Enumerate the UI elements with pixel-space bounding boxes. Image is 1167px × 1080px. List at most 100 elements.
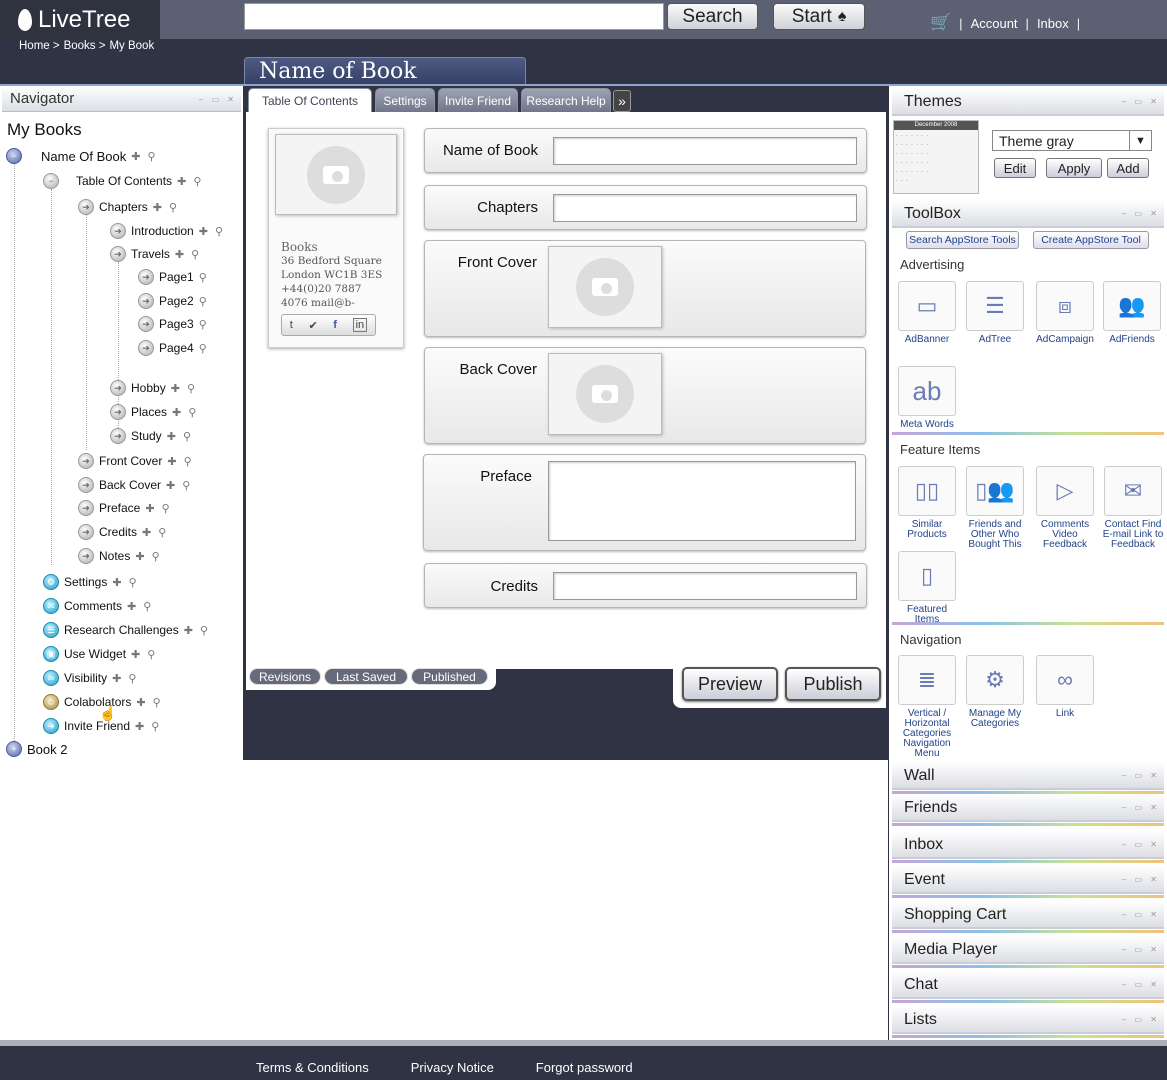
calendar-widget[interactable]: December 2008 · · · · · · · · · · · · · ·…: [893, 120, 979, 194]
tree-node-toc[interactable]: − Table Of Contents ✚ ⚲: [43, 173, 203, 189]
window-controls-icon[interactable]: – ▭ ✕: [1122, 936, 1160, 964]
facebook-icon[interactable]: f: [333, 319, 337, 331]
more-tabs-icon[interactable]: »: [613, 90, 631, 112]
tree-node-study[interactable]: ➔ Study ✚ ⚲: [110, 428, 193, 444]
tree-node-book2[interactable]: + Book 2: [6, 741, 67, 757]
arrow-icon[interactable]: ➔: [110, 223, 126, 239]
arrow-icon[interactable]: ➔: [78, 500, 94, 516]
add-edit-icons[interactable]: ✚ ⚲: [127, 600, 153, 613]
tool-meta-words[interactable]: ab Meta Words: [896, 366, 958, 430]
logo[interactable]: LiveTree: [0, 0, 160, 39]
window-controls-icon[interactable]: – ▭ ✕: [1122, 901, 1160, 929]
window-controls-icon[interactable]: – ▭ ✕: [1122, 831, 1160, 859]
tree-node-chapters[interactable]: ➔ Chapters ✚ ⚲: [78, 199, 179, 215]
back-cover-image[interactable]: [548, 353, 662, 435]
eye-icon[interactable]: ∞: [43, 670, 59, 686]
tree-node-introduction[interactable]: ➔ Introduction ✚ ⚲: [110, 223, 225, 239]
tab-settings[interactable]: Settings: [375, 88, 435, 112]
add-edit-icons[interactable]: ✚ ⚲: [175, 248, 201, 261]
tab-table-of-contents[interactable]: Table Of Contents: [248, 88, 372, 113]
tree-node-preface[interactable]: ➔ Preface ✚ ⚲: [78, 500, 172, 516]
widget-chat[interactable]: Chat – ▭ ✕: [892, 971, 1164, 999]
window-controls-icon[interactable]: – ▭ ✕: [1122, 794, 1160, 822]
tree-node-use-widget[interactable]: ▣ Use Widget ✚ ⚲: [43, 646, 157, 662]
tool-link[interactable]: ∞ Link: [1034, 655, 1096, 719]
tool-adtree[interactable]: ☰ AdTree: [964, 281, 1026, 345]
name-of-book-input[interactable]: [553, 137, 857, 165]
settings-icon[interactable]: ⚙: [43, 574, 59, 590]
add-edit-icons[interactable]: ✚ ⚲: [112, 576, 138, 589]
twitter-icon[interactable]: t: [290, 319, 293, 331]
revisions-tab[interactable]: Revisions: [249, 668, 321, 685]
add-edit-icons[interactable]: ✚ ⚲: [131, 648, 157, 661]
widget-lists[interactable]: Lists – ▭ ✕: [892, 1006, 1164, 1034]
tool-friends-bought[interactable]: ▯👥 Friends and Other Who Bought This: [964, 466, 1026, 550]
window-controls-icon[interactable]: – ▭ ✕: [1122, 1006, 1160, 1034]
arrow-icon[interactable]: ➔: [138, 316, 154, 332]
add-edit-icons[interactable]: ✚ ⚲: [112, 672, 138, 685]
search-appstore-tools-button[interactable]: Search AppStore Tools: [906, 231, 1019, 249]
tool-contact-email[interactable]: ✉ Contact Find E-mail Link to Feedback: [1101, 466, 1165, 550]
people-icon[interactable]: ☺: [43, 694, 59, 710]
breadcrumb-books[interactable]: Books >: [64, 40, 106, 52]
inbox-link[interactable]: Inbox: [1037, 16, 1069, 31]
preface-textarea[interactable]: [548, 461, 856, 541]
tab-research-help[interactable]: Research Help: [521, 88, 611, 112]
privacy-link[interactable]: Privacy Notice: [411, 1060, 494, 1075]
widget-shopping-cart[interactable]: Shopping Cart – ▭ ✕: [892, 901, 1164, 929]
window-controls-icon[interactable]: – ▭ ✕: [1122, 88, 1160, 116]
widget-inbox[interactable]: Inbox – ▭ ✕: [892, 831, 1164, 859]
tool-adfriends[interactable]: 👥 AdFriends: [1101, 281, 1163, 345]
add-edit-icons[interactable]: ✚ ⚲: [145, 502, 171, 515]
cart-icon[interactable]: 🛒: [930, 13, 951, 33]
tree-node-travels[interactable]: ➔ Travels ✚ ⚲: [110, 246, 201, 262]
tool-featured-items[interactable]: ▯ Featured Items: [896, 551, 958, 625]
tree-node-page2[interactable]: ➔ Page2 ⚲: [138, 293, 209, 309]
add-edit-icons[interactable]: ✚ ⚲: [184, 624, 210, 637]
theme-apply-button[interactable]: Apply: [1046, 158, 1102, 178]
linkedin-icon[interactable]: in: [352, 318, 368, 332]
arrow-icon[interactable]: ➔: [78, 524, 94, 540]
edit-icon[interactable]: ⚲: [199, 295, 209, 308]
tree-node-research[interactable]: ☰ Research Challenges ✚ ⚲: [43, 622, 210, 638]
add-edit-icons[interactable]: ✚ ⚲: [135, 720, 161, 733]
theme-add-button[interactable]: Add: [1107, 158, 1149, 178]
arrow-icon[interactable]: ➔: [110, 246, 126, 262]
start-button[interactable]: Start ♠: [773, 3, 865, 30]
add-edit-icons[interactable]: ✚ ⚲: [177, 175, 203, 188]
expand-icon[interactable]: +: [6, 741, 22, 757]
arrow-icon[interactable]: ➔: [78, 548, 94, 564]
front-cover-image[interactable]: [548, 246, 662, 328]
comment-icon[interactable]: ✉: [43, 598, 59, 614]
publish-button[interactable]: Publish: [785, 667, 881, 701]
tool-comments-video[interactable]: ▷ Comments Video Feedback: [1034, 466, 1096, 550]
tree-node-name-of-book[interactable]: − Name Of Book ✚ ⚲: [6, 148, 158, 164]
theme-select[interactable]: Theme gray ▼: [992, 130, 1152, 151]
search-input[interactable]: [244, 3, 664, 30]
tree-node-credits[interactable]: ➔ Credits ✚ ⚲: [78, 524, 168, 540]
chapters-input[interactable]: [553, 194, 857, 222]
tool-navigation-menu[interactable]: ≣ Vertical / Horizontal Categories Naviga…: [896, 655, 958, 759]
last-saved-tab[interactable]: Last Saved: [324, 668, 408, 685]
published-tab[interactable]: Published: [411, 668, 488, 685]
window-controls-icon[interactable]: – ▭ ✕: [199, 87, 237, 113]
widget-event[interactable]: Event – ▭ ✕: [892, 866, 1164, 894]
tree-node-notes[interactable]: ➔ Notes ✚ ⚲: [78, 548, 162, 564]
add-edit-icons[interactable]: ✚ ⚲: [167, 455, 193, 468]
widget-icon[interactable]: ▣: [43, 646, 59, 662]
tool-similar-products[interactable]: ▯▯ Similar Products: [896, 466, 958, 540]
window-controls-icon[interactable]: – ▭ ✕: [1122, 971, 1160, 999]
arrow-icon[interactable]: ➔: [138, 340, 154, 356]
tree-node-settings[interactable]: ⚙ Settings ✚ ⚲: [43, 574, 139, 590]
tool-adbanner[interactable]: ▭ AdBanner: [896, 281, 958, 345]
add-edit-icons[interactable]: ✚ ⚲: [199, 225, 225, 238]
check-icon[interactable]: ✔: [308, 319, 317, 332]
tree-node-page4[interactable]: ➔ Page4 ⚲: [138, 340, 209, 356]
arrow-icon[interactable]: ➔: [78, 453, 94, 469]
search-button[interactable]: Search: [667, 3, 758, 30]
credits-input[interactable]: [553, 572, 857, 600]
arrow-icon[interactable]: ➔: [110, 428, 126, 444]
tool-adcampaign[interactable]: ⧈ AdCampaign: [1034, 281, 1096, 345]
arrow-icon[interactable]: ➔: [138, 293, 154, 309]
terms-link[interactable]: Terms & Conditions: [256, 1060, 369, 1075]
